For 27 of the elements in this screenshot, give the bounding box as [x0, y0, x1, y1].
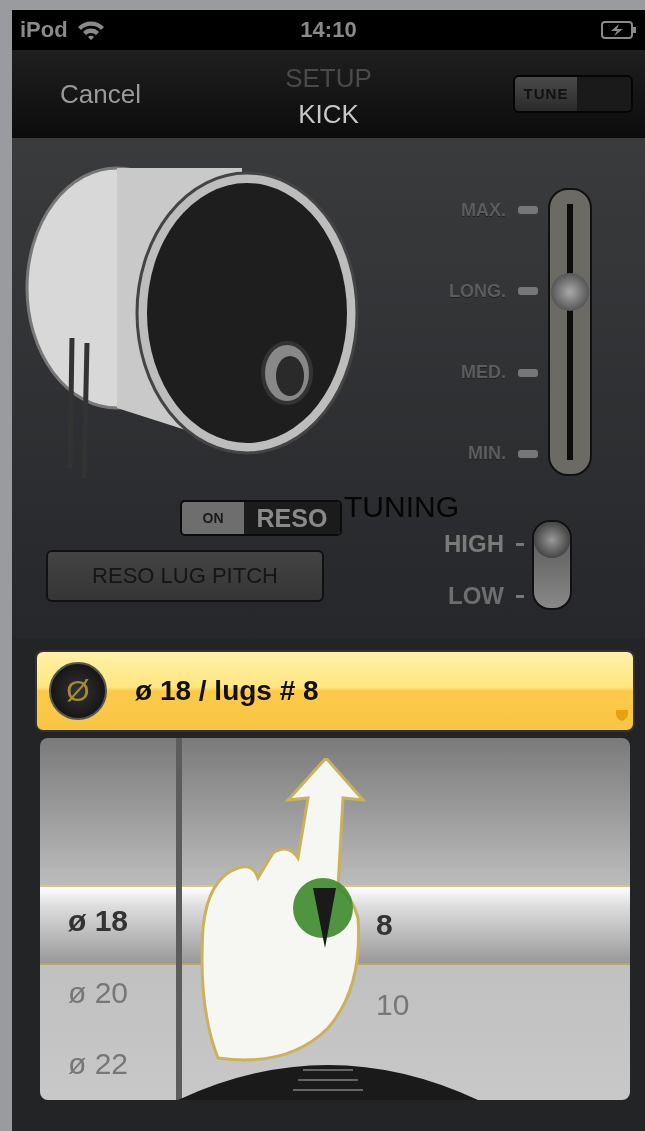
decay-slider-track[interactable]	[548, 188, 592, 476]
tuning-switch[interactable]	[532, 520, 572, 610]
tuning-option-label: HIGH	[444, 530, 504, 558]
picker-wheel[interactable]: ø 18 ø 20 ø 22 8 10	[40, 738, 630, 1100]
switch-knob[interactable]	[534, 522, 570, 558]
picker-item[interactable]: 10	[376, 988, 410, 1022]
tick-mark	[518, 287, 538, 296]
selection-text: ø 18 / lugs # 8	[135, 675, 319, 707]
battery-icon	[601, 21, 637, 39]
reso-switch[interactable]: ON RESO	[180, 500, 342, 536]
picker-item[interactable]: ø 22	[68, 1047, 129, 1082]
clock-time: 14:10	[300, 17, 357, 43]
carrier-label: iPod	[20, 17, 68, 43]
tick-mark	[518, 368, 538, 377]
tick-mark	[518, 450, 538, 458]
shield-icon	[615, 708, 629, 722]
tick-mark	[516, 594, 524, 598]
nav-subtitle: KICK	[298, 98, 359, 131]
picker-item[interactable]: 8	[376, 908, 393, 942]
cancel-button[interactable]: Cancel	[52, 78, 149, 110]
picker-item[interactable]: ø 18	[68, 903, 129, 938]
slider-thumb[interactable]	[551, 272, 589, 311]
tick-mark	[516, 542, 524, 546]
tick-mark	[518, 206, 538, 214]
diameter-button[interactable]: Ø	[49, 662, 107, 720]
picker-item[interactable]: ø 20	[68, 975, 129, 1010]
tuning-option-label: LOW	[448, 582, 504, 610]
